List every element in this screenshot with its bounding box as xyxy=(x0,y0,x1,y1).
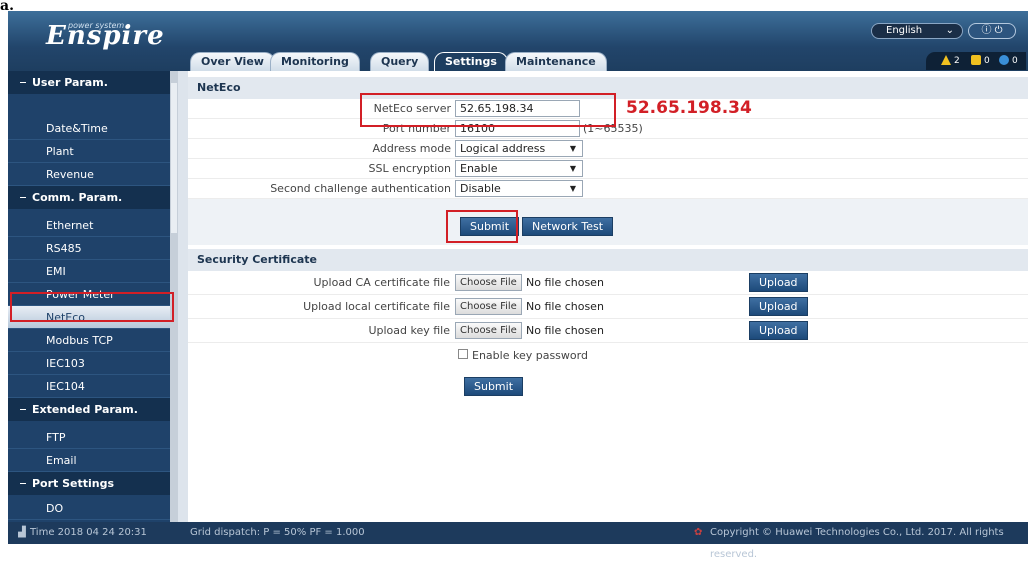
chevron-down-icon: ▼ xyxy=(569,164,576,173)
row-key-password: Enable key password xyxy=(188,345,1028,367)
top-bar: Enspire power system English ⌄ ⓘ ⏻ Over V… xyxy=(8,11,1028,72)
upload-local-label: Upload local certificate file xyxy=(303,300,450,313)
sidebar-item-rs485[interactable]: RS485 xyxy=(8,237,178,260)
footer-grid-dispatch: Grid dispatch: P = 50% PF = 1.000 xyxy=(190,527,365,538)
row-second-challenge: Second challenge authentication Disable ▼ xyxy=(188,179,1028,199)
main-content: NetEco NetEco server 52.65.198.34 Port n… xyxy=(188,71,1028,522)
sidebar-group-user-param[interactable]: User Param. xyxy=(8,71,178,94)
chevron-down-icon: ⌄ xyxy=(945,25,954,36)
tab-over-view[interactable]: Over View xyxy=(190,52,275,72)
section-security-certificate-title: Security Certificate xyxy=(188,249,1028,271)
upload-ca-button[interactable]: Upload xyxy=(749,273,808,292)
sidebar-item-do[interactable]: DO xyxy=(8,497,178,520)
power-controls[interactable]: ⓘ ⏻ xyxy=(968,23,1016,39)
highlight-submit-button xyxy=(446,210,518,243)
sidebar-item-ethernet[interactable]: Ethernet xyxy=(8,214,178,237)
status-footer: ▟ Time 2018 04 24 20:31 Grid dispatch: P… xyxy=(8,522,1028,560)
row-address-mode: Address mode Logical address ▼ xyxy=(188,139,1028,159)
sidebar-scroll-thumb[interactable] xyxy=(171,83,177,233)
second-challenge-label: Second challenge authentication xyxy=(270,182,451,195)
address-mode-label: Address mode xyxy=(372,142,452,155)
key-file-status: No file chosen xyxy=(526,324,604,337)
choose-key-file-button[interactable]: Choose File xyxy=(455,322,522,339)
ssl-encryption-select[interactable]: Enable ▼ xyxy=(455,160,583,177)
sidebar-item-iec103[interactable]: IEC103 xyxy=(8,352,178,375)
network-test-button[interactable]: Network Test xyxy=(522,217,614,236)
logo-subtitle: power system xyxy=(68,21,125,30)
huawei-logo-icon: ✿ xyxy=(694,527,703,538)
chevron-down-icon: ▼ xyxy=(569,144,576,153)
enable-key-password-label: Enable key password xyxy=(472,349,588,362)
ssl-encryption-value: Enable xyxy=(460,162,498,175)
row-ssl-encryption: SSL encryption Enable ▼ xyxy=(188,159,1028,179)
info-icon xyxy=(999,54,1009,65)
row-upload-ca: Upload CA certificate file Choose File N… xyxy=(188,271,1028,295)
alarm-count: 0 xyxy=(984,56,990,66)
row-upload-local: Upload local certificate file Choose Fil… xyxy=(188,295,1028,319)
app-window: Enspire power system English ⌄ ⓘ ⏻ Over V… xyxy=(8,11,1028,560)
warning-count: 2 xyxy=(954,56,960,66)
row-upload-key: Upload key file Choose File No file chos… xyxy=(188,319,1028,343)
sidebar-group-comm-param[interactable]: Comm. Param. xyxy=(8,186,178,209)
info-count: 0 xyxy=(1012,56,1018,66)
footer-time: Time 2018 04 24 20:31 xyxy=(30,527,147,538)
panel-splitter[interactable] xyxy=(178,71,188,522)
language-select[interactable]: English ⌄ xyxy=(871,23,963,39)
tab-monitoring[interactable]: Monitoring xyxy=(270,52,360,72)
enable-key-password-checkbox[interactable] xyxy=(458,349,468,359)
upload-ca-label: Upload CA certificate file xyxy=(313,276,451,289)
sidebar-item-modbus-tcp[interactable]: Modbus TCP xyxy=(8,329,178,352)
address-mode-value: Logical address xyxy=(460,142,546,155)
alert-summary[interactable]: 2 0 0 xyxy=(926,52,1026,70)
clock-icon: ▟ xyxy=(18,527,26,538)
ssl-encryption-label: SSL encryption xyxy=(368,162,451,175)
second-challenge-select[interactable]: Disable ▼ xyxy=(455,180,583,197)
highlight-neteco-item xyxy=(10,292,174,322)
language-label: English xyxy=(886,25,923,36)
choose-local-file-button[interactable]: Choose File xyxy=(455,298,522,315)
callout-ip-label: 52.65.198.34 xyxy=(626,98,752,118)
highlight-server-field xyxy=(360,93,616,127)
alarm-icon xyxy=(971,54,981,65)
tab-query[interactable]: Query xyxy=(370,52,430,72)
footer-copyright: Copyright © Huawei Technologies Co., Ltd… xyxy=(710,527,1004,560)
address-mode-select[interactable]: Logical address ▼ xyxy=(455,140,583,157)
warning-icon xyxy=(941,54,951,65)
ca-file-status: No file chosen xyxy=(526,276,604,289)
chevron-down-icon: ▼ xyxy=(569,184,576,193)
sidebar-item-revenue[interactable]: Revenue xyxy=(8,163,178,186)
sidebar-item-date-time[interactable]: Date&Time xyxy=(8,117,178,140)
sidebar-group-port-settings[interactable]: Port Settings xyxy=(8,472,178,495)
upload-local-button[interactable]: Upload xyxy=(749,297,808,316)
second-challenge-value: Disable xyxy=(460,182,501,195)
tab-settings[interactable]: Settings xyxy=(434,52,508,72)
sidebar-item-plant[interactable]: Plant xyxy=(8,140,178,163)
upload-key-button[interactable]: Upload xyxy=(749,321,808,340)
sidebar-item-emi[interactable]: EMI xyxy=(8,260,178,283)
choose-ca-file-button[interactable]: Choose File xyxy=(455,274,522,291)
sidebar-item-ftp[interactable]: FTP xyxy=(8,426,178,449)
local-file-status: No file chosen xyxy=(526,300,604,313)
sidebar-group-extended-param[interactable]: Extended Param. xyxy=(8,398,178,421)
sidebar-item-email[interactable]: Email xyxy=(8,449,178,472)
security-submit-button[interactable]: Submit xyxy=(464,377,524,396)
tab-maintenance[interactable]: Maintenance xyxy=(505,52,607,72)
upload-key-label: Upload key file xyxy=(368,324,450,337)
sidebar-item-iec104[interactable]: IEC104 xyxy=(8,375,178,398)
